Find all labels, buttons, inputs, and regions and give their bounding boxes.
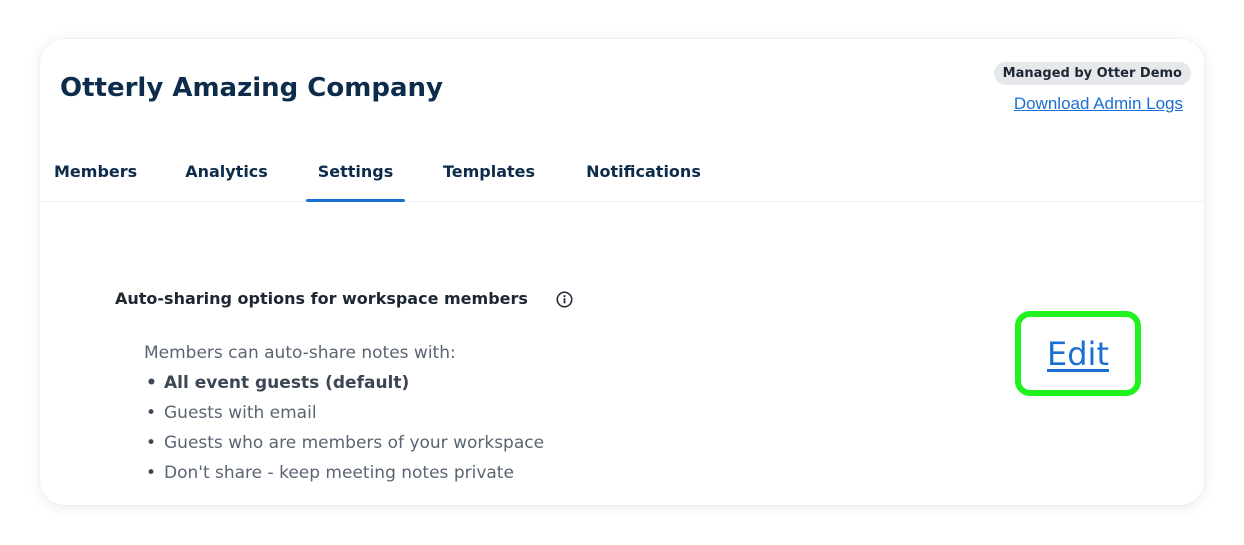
- auto-sharing-options-list: All event guests (default) Guests with e…: [144, 368, 544, 488]
- tab-settings[interactable]: Settings: [306, 147, 405, 202]
- tab-analytics[interactable]: Analytics: [185, 147, 268, 202]
- tab-members[interactable]: Members: [54, 147, 137, 202]
- tab-notifications[interactable]: Notifications: [586, 147, 701, 202]
- option-workspace-member-guests: Guests who are members of your workspace: [144, 428, 544, 458]
- edit-highlight-box: Edit: [1015, 311, 1141, 396]
- edit-button[interactable]: Edit: [1047, 335, 1109, 373]
- download-admin-logs-link[interactable]: Download Admin Logs: [1014, 94, 1183, 114]
- option-dont-share: Don't share - keep meeting notes private: [144, 458, 544, 488]
- managed-by-badge: Managed by Otter Demo: [993, 62, 1191, 85]
- tab-templates[interactable]: Templates: [442, 147, 536, 202]
- info-icon[interactable]: [555, 290, 574, 309]
- workspace-name: Otterly Amazing Company: [60, 73, 443, 103]
- workspace-settings-card: Otterly Amazing Company Managed by Otter…: [40, 39, 1204, 505]
- workspace-tabs: Members Analytics Settings Templates Not…: [40, 147, 1204, 202]
- auto-sharing-description: Members can auto-share notes with: All e…: [144, 338, 544, 488]
- auto-sharing-intro: Members can auto-share notes with:: [144, 343, 456, 363]
- option-guests-with-email: Guests with email: [144, 398, 544, 428]
- auto-sharing-title: Auto-sharing options for workspace membe…: [115, 289, 528, 308]
- option-all-event-guests: All event guests (default): [144, 368, 544, 398]
